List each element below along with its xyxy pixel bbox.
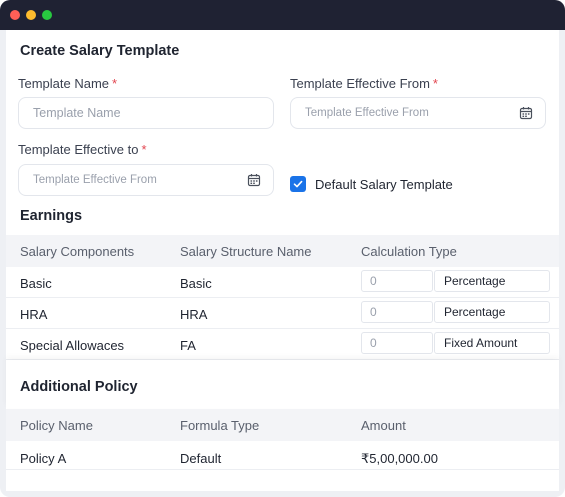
calendar-icon[interactable] (519, 106, 533, 120)
calculation-value-input[interactable]: 0 (361, 301, 433, 323)
additional-policy-title: Additional Policy (20, 379, 138, 395)
table-row: Basic Basic 0 Percentage (6, 267, 559, 298)
table-row: Policy A Default ₹5,00,000.00 (6, 442, 559, 470)
effective-to-input[interactable] (33, 174, 273, 186)
column-header: Salary Components (20, 244, 135, 259)
default-template-label: Default Salary Template (315, 176, 453, 192)
component-cell: HRA (20, 307, 48, 322)
effective-to-label-text: Template Effective to (18, 142, 139, 157)
required-marker: * (112, 76, 118, 91)
calculation-type-select[interactable]: Percentage (434, 270, 550, 292)
check-icon (293, 180, 303, 188)
formula-type-cell: Default (180, 451, 222, 466)
table-row: HRA HRA 0 Percentage (6, 298, 559, 329)
structure-cell: FA (180, 338, 196, 353)
component-cell: Basic (20, 276, 52, 291)
amount-cell: ₹5,00,000.00 (361, 451, 438, 466)
template-name-field[interactable] (18, 97, 274, 129)
minimize-window-button[interactable] (26, 10, 36, 20)
page-title: Create Salary Template (20, 43, 180, 59)
column-header: Calculation Type (361, 244, 457, 259)
effective-from-field[interactable] (290, 97, 546, 129)
calculation-value-input[interactable]: 0 (361, 270, 433, 292)
earnings-title: Earnings (20, 208, 83, 224)
app-window: Create Salary Template Template Name * Te… (0, 0, 565, 497)
calculation-type-select[interactable]: Percentage (434, 301, 550, 323)
template-name-label-text: Template Name (18, 76, 110, 91)
calculation-value-input[interactable]: 0 (361, 332, 433, 354)
effective-from-input[interactable] (305, 107, 545, 119)
policy-name-cell: Policy A (20, 451, 67, 466)
earnings-table-header: Salary Components Salary Structure Name … (6, 235, 559, 267)
template-name-input[interactable] (33, 106, 273, 120)
column-header: Amount (361, 418, 406, 433)
effective-from-label: Template Effective From * (290, 76, 438, 91)
structure-cell: HRA (180, 307, 208, 322)
maximize-window-button[interactable] (42, 10, 52, 20)
column-header: Policy Name (20, 418, 93, 433)
component-cell: Special Allowaces (20, 338, 125, 353)
required-marker: * (432, 76, 438, 91)
template-name-label: Template Name * (18, 76, 117, 91)
default-template-checkbox[interactable] (290, 176, 306, 192)
required-marker: * (141, 142, 147, 157)
column-header: Formula Type (180, 418, 260, 433)
effective-to-field[interactable] (18, 164, 274, 196)
window-titlebar (0, 0, 565, 30)
table-row: Special Allowaces FA 0 Fixed Amount (6, 329, 559, 360)
close-window-button[interactable] (10, 10, 20, 20)
policy-table-header: Policy Name Formula Type Amount (6, 409, 559, 441)
effective-to-label: Template Effective to * (18, 142, 147, 157)
structure-cell: Basic (180, 276, 212, 291)
calculation-type-select[interactable]: Fixed Amount (434, 332, 550, 354)
effective-from-label-text: Template Effective From (290, 76, 430, 91)
column-header: Salary Structure Name (180, 244, 312, 259)
default-template-option[interactable]: Default Salary Template (290, 176, 453, 192)
calendar-icon[interactable] (247, 173, 261, 187)
